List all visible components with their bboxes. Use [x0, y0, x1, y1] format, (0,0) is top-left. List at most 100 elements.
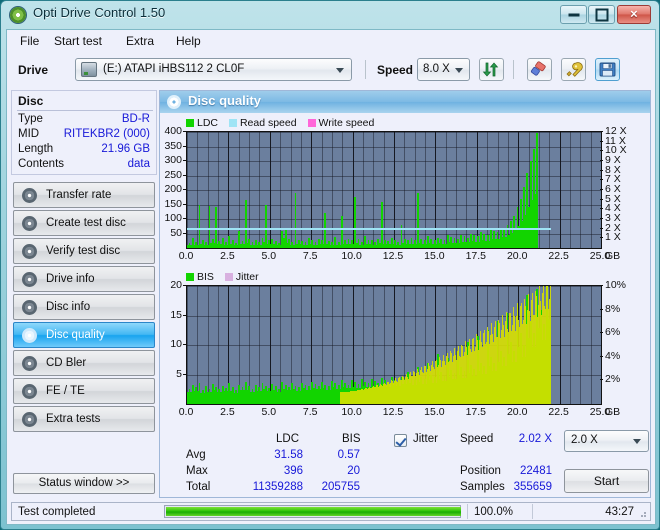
y-tick — [183, 203, 186, 205]
erase-button[interactable] — [527, 58, 552, 81]
elapsed-time: 43:27 — [605, 506, 634, 518]
bis-chart-plot[interactable] — [186, 285, 602, 405]
disc-panel-title: Disc — [18, 94, 44, 108]
y-tick — [183, 285, 186, 286]
drive-icon — [81, 62, 97, 77]
resize-grip[interactable] — [638, 509, 647, 518]
disc-icon — [22, 300, 37, 315]
start-button[interactable]: Start — [564, 469, 649, 493]
stats-max-bis: 20 — [347, 465, 360, 477]
sidebar-item-transfer-rate[interactable]: Transfer rate — [13, 182, 155, 208]
sidebar-item-create-test-disc[interactable]: Create test disc — [13, 210, 155, 236]
drive-select[interactable]: (E:) ATAPI iHBS112 2 CL0F — [75, 58, 352, 81]
status-window-button[interactable]: Status window >> — [13, 473, 155, 494]
chevron-down-icon — [455, 68, 463, 73]
x-tick-label: 10.0 — [341, 250, 362, 262]
y2-tick — [600, 140, 603, 142]
menu-start-test[interactable]: Start test — [47, 33, 109, 49]
refresh-icon — [482, 62, 499, 77]
sidebar-item-extra-tests[interactable]: Extra tests — [13, 406, 155, 432]
y-tick — [183, 232, 186, 234]
sidebar-item-verify-test-disc[interactable]: Verify test disc — [13, 238, 155, 264]
sidebar-item-disc-info[interactable]: Disc info — [13, 294, 155, 320]
legend-swatch-read-speed — [228, 119, 237, 127]
data-bar — [417, 192, 419, 248]
y2-tick — [600, 308, 603, 310]
y2-tick — [600, 160, 603, 161]
save-button[interactable] — [595, 58, 620, 81]
y-tick-label: 5 — [176, 367, 182, 380]
sidebar-item-disc-quality[interactable]: Disc quality — [13, 322, 155, 348]
progress-fill — [166, 507, 461, 516]
y2-tick — [600, 179, 603, 181]
gridline-horizontal — [187, 233, 601, 235]
menu-file[interactable]: File — [13, 33, 46, 49]
x-tick-label: 12.5 — [382, 406, 404, 418]
disc-icon — [22, 244, 37, 259]
y2-tick-label: 12 X — [605, 125, 627, 137]
maximize-button[interactable] — [588, 5, 615, 24]
y2-tick-label: 6% — [605, 326, 621, 339]
sidebar-item-label: Drive info — [46, 273, 95, 285]
refresh-button[interactable] — [479, 58, 504, 81]
close-button[interactable]: ✕ — [617, 5, 651, 24]
jitter-checkbox[interactable] — [394, 434, 407, 447]
y2-tick — [600, 332, 603, 334]
y-tick-label: 150 — [164, 197, 182, 210]
x-tick-label: 2.5 — [220, 250, 235, 262]
divider — [17, 110, 153, 111]
sidebar-item-label: Disc info — [46, 301, 91, 313]
y2-tick-label: 10% — [605, 279, 627, 291]
disc-value: RITEKBR2 (000) — [63, 128, 150, 140]
stats-header-ldc: LDC — [276, 433, 300, 445]
gridline-vertical — [601, 286, 602, 404]
sidebar-item-fe-te[interactable]: FE / TE — [13, 378, 155, 404]
y-tick-label: 350 — [164, 139, 182, 152]
stats-total-ldc: 11359288 — [252, 481, 303, 493]
sidebar-item-drive-info[interactable]: Drive info — [13, 266, 155, 292]
sidebar-item-cd-bler[interactable]: CD Bler — [13, 350, 155, 376]
y-tick — [183, 314, 186, 316]
data-bar — [215, 206, 217, 248]
x-tick-label: 7.5 — [302, 406, 318, 418]
disc-row-length: Length 21.96 GB — [18, 143, 150, 157]
sidebar-item-label: FE / TE — [46, 385, 85, 397]
minimize-button[interactable] — [560, 5, 587, 24]
sidebar-item-label: Extra tests — [46, 413, 101, 425]
eraser-icon — [531, 61, 546, 76]
disc-info-panel: Disc Type BD-R MID RITEKBR2 (000) Length… — [11, 90, 157, 175]
left-column: Disc Type BD-R MID RITEKBR2 (000) Length… — [11, 90, 157, 520]
data-bar — [324, 213, 327, 248]
save-icon — [599, 62, 616, 77]
speed-result-value: 2.02 X — [518, 433, 552, 445]
menu-extra[interactable]: Extra — [119, 33, 161, 49]
y2-tick-label: 2% — [605, 373, 621, 386]
tools-button[interactable] — [561, 58, 586, 81]
y-tick-label: 200 — [164, 183, 182, 195]
y-tick-label: 100 — [164, 212, 182, 224]
disc-quality-panel: Disc quality LDC Read speed Write speed … — [159, 90, 651, 498]
test-speed-select[interactable]: 2.0 X — [564, 430, 649, 452]
toolbar: Drive (E:) ATAPI iHBS112 2 CL0F Speed 8.… — [7, 52, 655, 88]
y-tick — [183, 189, 186, 190]
disc-icon — [22, 216, 37, 231]
menu-help[interactable]: Help — [169, 33, 208, 49]
client-area: File Start test Extra Help Drive (E:) AT… — [6, 29, 656, 525]
gridline-horizontal — [187, 132, 601, 133]
position-value: 22481 — [520, 465, 552, 477]
app-disc-icon — [10, 7, 26, 23]
y-tick-label: 50 — [170, 226, 182, 239]
gridline-horizontal — [187, 161, 601, 162]
disc-icon — [22, 272, 37, 287]
x-axis-unit-label: GB — [605, 250, 621, 262]
position-label: Position — [460, 465, 501, 477]
ldc-chart-plot[interactable] — [186, 131, 602, 249]
disc-key: Length — [18, 143, 54, 155]
legend-label-bis: BIS — [197, 271, 214, 283]
data-bar — [380, 201, 383, 248]
sidebar-item-label: Create test disc — [46, 217, 126, 229]
y2-tick — [600, 198, 603, 200]
y2-tick — [600, 189, 603, 190]
y2-tick — [600, 285, 603, 286]
speed-select[interactable]: 8.0 X — [417, 58, 470, 81]
